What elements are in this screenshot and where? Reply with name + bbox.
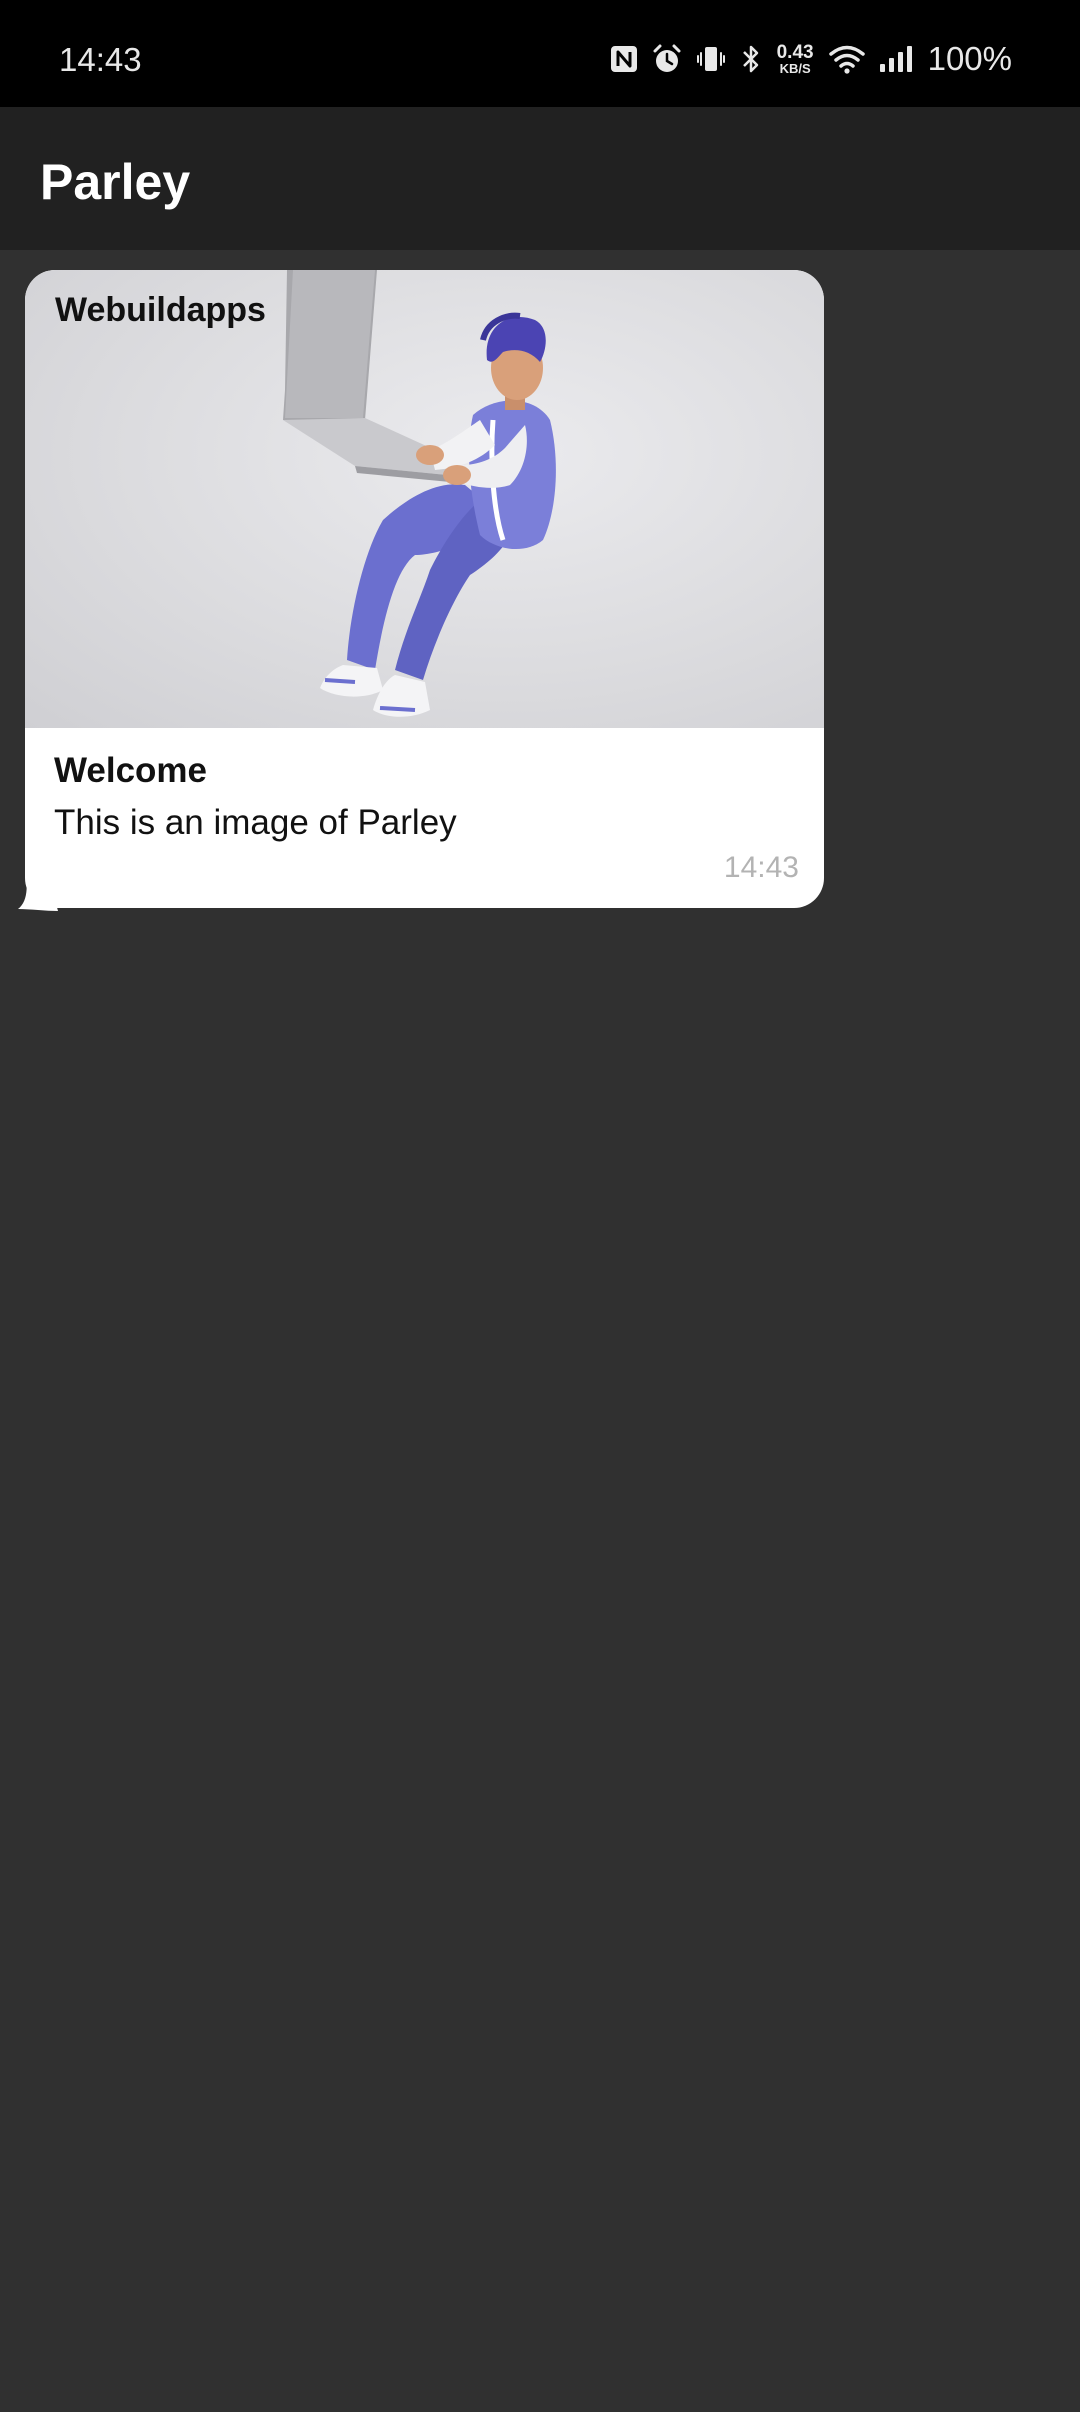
- chat-area[interactable]: Webuildapps Welcome This is an image of …: [0, 250, 1080, 2412]
- net-speed-value: 0.43: [776, 42, 814, 63]
- app-bar: Parley: [0, 107, 1080, 250]
- alarm-icon: [651, 43, 683, 75]
- vibrate-icon: [695, 43, 727, 75]
- net-speed-unit: KB/S: [779, 61, 811, 76]
- battery-percentage: 100%: [927, 40, 1012, 77]
- message-bubble[interactable]: Webuildapps Welcome This is an image of …: [25, 270, 824, 908]
- message-title: Welcome: [54, 751, 208, 790]
- nfc-icon: [609, 44, 639, 74]
- status-icons: 0.43 KB/S 100%: [609, 36, 1012, 82]
- net-speed: 0.43 KB/S: [777, 43, 814, 75]
- message-timestamp: 14:43: [723, 851, 799, 884]
- message-body: This is an image of Parley: [54, 803, 457, 842]
- media-caption: Webuildapps: [55, 291, 266, 329]
- person-with-laptop-illustration: [283, 270, 556, 717]
- app-title: Parley: [40, 154, 191, 210]
- message-image[interactable]: Webuildapps: [25, 270, 824, 728]
- bluetooth-icon: [739, 43, 763, 75]
- signal-icon: [878, 44, 914, 74]
- status-bar: 14:43 0.43 KB/S 100%: [0, 0, 1080, 107]
- bubble-tail: [18, 875, 58, 911]
- status-time: 14:43: [59, 41, 142, 78]
- wifi-icon: [828, 43, 866, 75]
- screen: 14:43 0.43 KB/S 100% Parley Webuildapps …: [0, 0, 1080, 2412]
